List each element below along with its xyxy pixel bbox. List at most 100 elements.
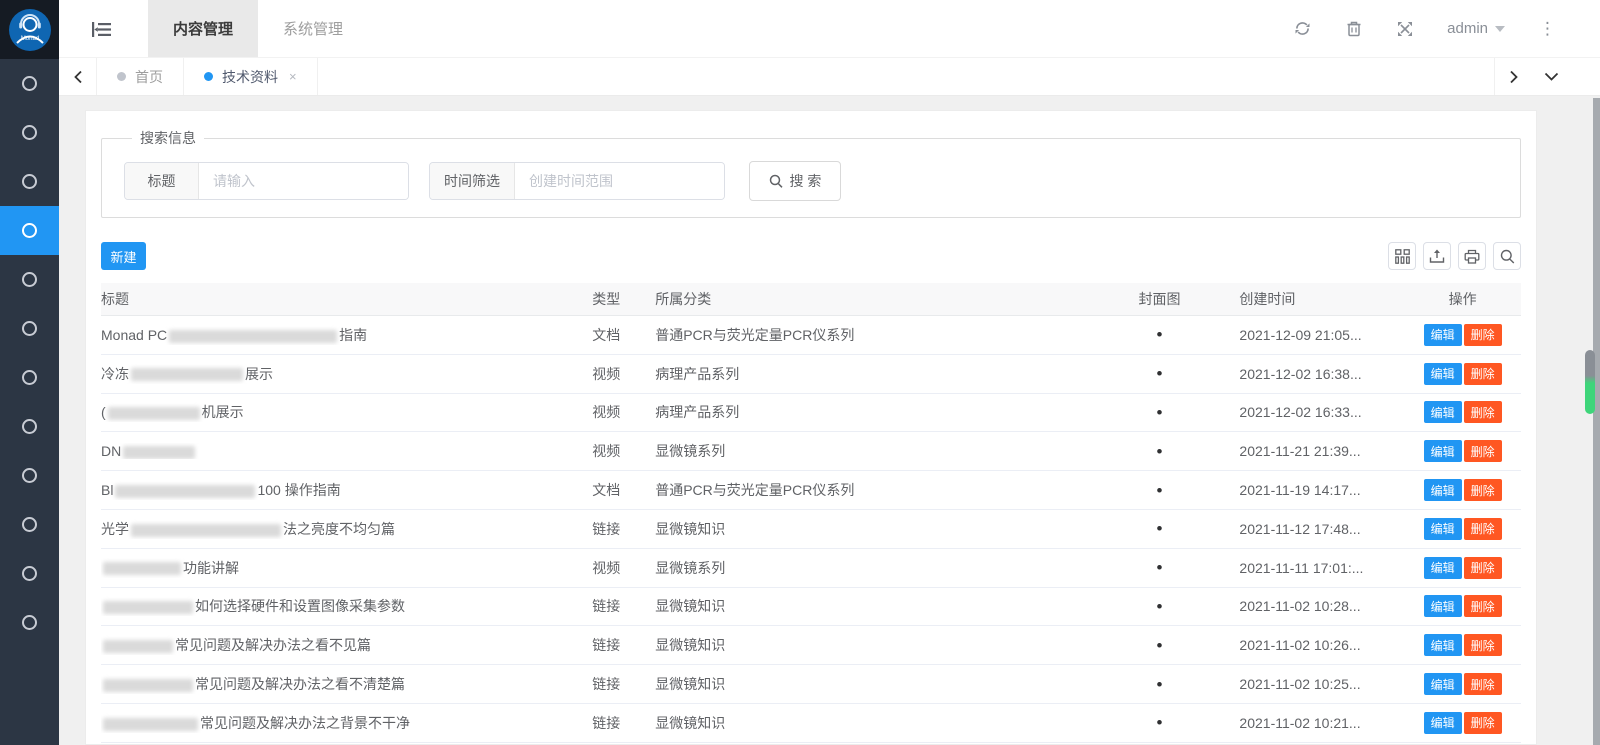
- edit-button[interactable]: 编辑: [1424, 479, 1462, 501]
- sidebar-item-1[interactable]: [0, 59, 59, 108]
- edit-button[interactable]: 编辑: [1424, 440, 1462, 462]
- tabs-dropdown-button[interactable]: [1532, 58, 1570, 95]
- sidebar-item-3[interactable]: [0, 157, 59, 206]
- circle-icon: [22, 321, 37, 336]
- edit-button[interactable]: 编辑: [1424, 634, 1462, 656]
- edit-button[interactable]: 编辑: [1424, 712, 1462, 734]
- title-text: Monad PC: [101, 327, 167, 343]
- delete-button[interactable]: 删除: [1464, 401, 1502, 423]
- sidebar-item-6[interactable]: [0, 304, 59, 353]
- edit-button[interactable]: 编辑: [1424, 518, 1462, 540]
- redacted-text: [103, 601, 193, 614]
- app-root: Monad 内容管理 系统管理: [0, 0, 1600, 745]
- sidebar-item-7[interactable]: [0, 353, 59, 402]
- row-created: 2021-12-02 16:33...: [1204, 404, 1404, 420]
- delete-button[interactable]: 删除: [1464, 634, 1502, 656]
- title-filter-group: 标题: [124, 162, 409, 200]
- title-filter-input[interactable]: [199, 163, 408, 199]
- top-nav: 内容管理 系统管理: [148, 0, 368, 57]
- delete-button[interactable]: 删除: [1464, 324, 1502, 346]
- edit-button[interactable]: 编辑: [1424, 673, 1462, 695]
- table-row: Bl100 操作指南 文档 普通PCR与荧光定量PCR仪系列 • 2021-11…: [101, 471, 1521, 510]
- table-body: Monad PC指南 文档 普通PCR与荧光定量PCR仪系列 • 2021-12…: [101, 316, 1521, 743]
- redacted-text: [115, 485, 255, 498]
- delete-button[interactable]: 删除: [1464, 363, 1502, 385]
- user-menu[interactable]: admin: [1447, 20, 1505, 37]
- nav-tab-system-management[interactable]: 系统管理: [258, 0, 368, 57]
- row-cover: •: [1115, 676, 1205, 693]
- cover-dot-icon: •: [1157, 365, 1163, 382]
- row-title: DN: [101, 443, 592, 459]
- title-text: 常见问题及解决办法之背景不干净: [200, 715, 410, 731]
- row-cover: •: [1115, 365, 1205, 382]
- row-created: 2021-12-09 21:05...: [1204, 327, 1404, 343]
- redacted-text: [169, 330, 337, 343]
- brand-logo[interactable]: Monad: [0, 0, 59, 59]
- title-text: 光学: [101, 521, 129, 537]
- export-button[interactable]: [1423, 242, 1451, 270]
- edit-button[interactable]: 编辑: [1424, 595, 1462, 617]
- delete-button[interactable]: 删除: [1464, 595, 1502, 617]
- title-text: 指南: [339, 327, 367, 343]
- row-created: 2021-11-02 10:25...: [1204, 676, 1404, 692]
- trash-icon[interactable]: [1345, 20, 1362, 37]
- tab-dot-icon: [204, 72, 213, 81]
- nav-tab-content-management[interactable]: 内容管理: [148, 0, 258, 57]
- kebab-menu-icon[interactable]: ⋮: [1539, 20, 1556, 37]
- tabs-scroll-right-button[interactable]: [1494, 58, 1532, 95]
- edit-button[interactable]: 编辑: [1424, 363, 1462, 385]
- close-tab-icon[interactable]: ×: [289, 69, 297, 84]
- edit-button[interactable]: 编辑: [1424, 557, 1462, 579]
- row-cover: •: [1115, 482, 1205, 499]
- circle-icon: [22, 125, 37, 140]
- sidebar-item-2[interactable]: [0, 108, 59, 157]
- row-created: 2021-12-02 16:38...: [1204, 366, 1404, 382]
- delete-button[interactable]: 删除: [1464, 479, 1502, 501]
- tabs-scroll-left-button[interactable]: [59, 58, 97, 95]
- search-button[interactable]: 搜 索: [749, 161, 841, 201]
- sidebar-item-4[interactable]: [0, 206, 59, 255]
- print-button[interactable]: [1458, 242, 1486, 270]
- delete-button[interactable]: 删除: [1464, 440, 1502, 462]
- content-panel: 搜索信息 标题 时间筛选 搜 索: [85, 110, 1537, 745]
- sidebar-item-10[interactable]: [0, 500, 59, 549]
- row-category: 显微镜知识: [655, 713, 1114, 733]
- row-title: 常见问题及解决办法之看不清楚篇: [101, 674, 592, 694]
- delete-button[interactable]: 删除: [1464, 518, 1502, 540]
- delete-button[interactable]: 删除: [1464, 673, 1502, 695]
- sidebar-item-12[interactable]: [0, 598, 59, 647]
- col-actions: 操作: [1404, 289, 1521, 309]
- sidebar-item-8[interactable]: [0, 402, 59, 451]
- table-zoom-button[interactable]: [1493, 242, 1521, 270]
- column-settings-button[interactable]: [1388, 242, 1416, 270]
- scrollbar-thumb[interactable]: [1585, 350, 1595, 414]
- chevron-right-icon: [1509, 70, 1519, 84]
- sidebar-item-5[interactable]: [0, 255, 59, 304]
- new-button[interactable]: 新建: [101, 242, 146, 270]
- refresh-icon[interactable]: [1294, 20, 1311, 37]
- delete-button[interactable]: 删除: [1464, 712, 1502, 734]
- sidebar-item-9[interactable]: [0, 451, 59, 500]
- title-text: 常见问题及解决办法之看不清楚篇: [195, 676, 405, 692]
- row-type: 视频: [592, 558, 655, 578]
- time-range-input[interactable]: [515, 163, 724, 199]
- search-row: 标题 时间筛选 搜 索: [124, 161, 1520, 201]
- table-row: 常见问题及解决办法之看不见篇 链接 显微镜知识 • 2021-11-02 10:…: [101, 626, 1521, 665]
- fullscreen-icon[interactable]: [1396, 20, 1413, 37]
- row-created: 2021-11-02 10:28...: [1204, 598, 1404, 614]
- tab-technical-materials[interactable]: 技术资料 ×: [184, 58, 318, 95]
- edit-button[interactable]: 编辑: [1424, 401, 1462, 423]
- row-type: 视频: [592, 402, 655, 422]
- row-actions: 编辑 删除: [1404, 634, 1521, 656]
- redacted-text: [103, 718, 198, 731]
- row-type: 链接: [592, 713, 655, 733]
- menu-collapse-button[interactable]: [72, 0, 130, 58]
- tab-home[interactable]: 首页: [97, 58, 184, 95]
- window-scrollbar[interactable]: [1593, 98, 1600, 745]
- col-title: 标题: [101, 289, 592, 309]
- sidebar-item-11[interactable]: [0, 549, 59, 598]
- chevron-down-icon: [1544, 72, 1559, 81]
- delete-button[interactable]: 删除: [1464, 557, 1502, 579]
- edit-button[interactable]: 编辑: [1424, 324, 1462, 346]
- row-cover: •: [1115, 637, 1205, 654]
